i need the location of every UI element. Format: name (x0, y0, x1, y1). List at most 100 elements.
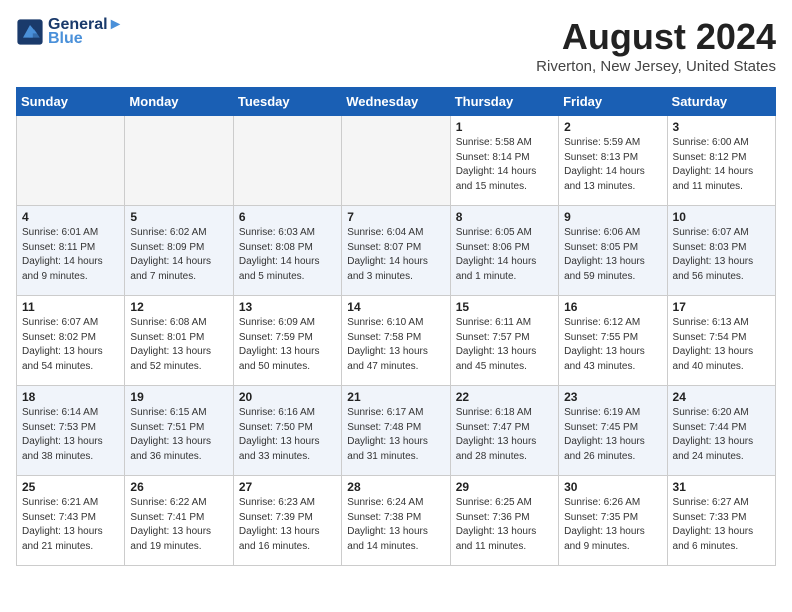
calendar-day-cell: 14 Sunrise: 6:10 AM Sunset: 7:58 PM Dayli… (342, 296, 450, 386)
day-info: Sunrise: 6:07 AM Sunset: 8:02 PM Dayligh… (22, 316, 119, 374)
calendar-week-row: 18 Sunrise: 6:14 AM Sunset: 7:53 PM Dayli… (17, 386, 776, 476)
weekday-header-monday: Monday (125, 88, 233, 116)
day-info: Sunrise: 6:03 AM Sunset: 8:08 PM Dayligh… (239, 226, 336, 284)
location: Riverton, New Jersey, United States (536, 58, 776, 75)
calendar-day-cell: 10 Sunrise: 6:07 AM Sunset: 8:03 PM Dayli… (667, 206, 775, 296)
weekday-header-wednesday: Wednesday (342, 88, 450, 116)
calendar-day-cell: 19Sunrise: 6:15 AM Sunset: 7:51 PM Dayli… (125, 386, 233, 476)
day-info: Sunrise: 6:16 AM Sunset: 7:50 PM Dayligh… (239, 406, 336, 464)
day-info: Sunrise: 6:11 AM Sunset: 7:57 PM Dayligh… (456, 316, 553, 374)
day-info: Sunrise: 6:27 AM Sunset: 7:33 PM Dayligh… (673, 496, 770, 554)
day-number: 22 (456, 390, 553, 404)
day-number: 2 (564, 120, 661, 134)
day-number: 29 (456, 480, 553, 494)
day-info: Sunrise: 6:10 AM Sunset: 7:58 PM Dayligh… (347, 316, 444, 374)
day-info: Sunrise: 6:04 AM Sunset: 8:07 PM Dayligh… (347, 226, 444, 284)
day-info: Sunrise: 6:23 AM Sunset: 7:39 PM Dayligh… (239, 496, 336, 554)
day-number: 10 (673, 210, 770, 224)
calendar-day-cell: 11 Sunrise: 6:07 AM Sunset: 8:02 PM Dayli… (17, 296, 125, 386)
day-info: Sunrise: 6:00 AM Sunset: 8:12 PM Dayligh… (673, 136, 770, 194)
calendar-day-cell: 6 Sunrise: 6:03 AM Sunset: 8:08 PM Daylig… (233, 206, 341, 296)
day-number: 30 (564, 480, 661, 494)
calendar-day-cell: 2 Sunrise: 5:59 AM Sunset: 8:13 PM Daylig… (559, 116, 667, 206)
day-info: Sunrise: 6:09 AM Sunset: 7:59 PM Dayligh… (239, 316, 336, 374)
calendar-day-cell: 13Sunrise: 6:09 AM Sunset: 7:59 PM Dayli… (233, 296, 341, 386)
calendar-day-cell: 9Sunrise: 6:06 AM Sunset: 8:05 PM Daylig… (559, 206, 667, 296)
month-year: August 2024 (536, 16, 776, 58)
day-number: 23 (564, 390, 661, 404)
day-info: Sunrise: 6:21 AM Sunset: 7:43 PM Dayligh… (22, 496, 119, 554)
day-number: 6 (239, 210, 336, 224)
calendar-day-cell: 5 Sunrise: 6:02 AM Sunset: 8:09 PM Daylig… (125, 206, 233, 296)
day-number: 3 (673, 120, 770, 134)
day-info: Sunrise: 6:08 AM Sunset: 8:01 PM Dayligh… (130, 316, 227, 374)
calendar-day-cell: 29 Sunrise: 6:25 AM Sunset: 7:36 PM Dayli… (450, 476, 558, 566)
day-info: Sunrise: 6:05 AM Sunset: 8:06 PM Dayligh… (456, 226, 553, 284)
day-number: 17 (673, 300, 770, 314)
day-number: 31 (673, 480, 770, 494)
day-number: 18 (22, 390, 119, 404)
weekday-header-row: SundayMondayTuesdayWednesdayThursdayFrid… (17, 88, 776, 116)
calendar-day-cell: 24 Sunrise: 6:20 AM Sunset: 7:44 PM Dayli… (667, 386, 775, 476)
day-number: 12 (130, 300, 227, 314)
day-number: 26 (130, 480, 227, 494)
calendar-day-cell: 12 Sunrise: 6:08 AM Sunset: 8:01 PM Dayli… (125, 296, 233, 386)
day-info: Sunrise: 6:13 AM Sunset: 7:54 PM Dayligh… (673, 316, 770, 374)
calendar-day-cell (125, 116, 233, 206)
day-info: Sunrise: 6:24 AM Sunset: 7:38 PM Dayligh… (347, 496, 444, 554)
day-info: Sunrise: 6:14 AM Sunset: 7:53 PM Dayligh… (22, 406, 119, 464)
day-number: 5 (130, 210, 227, 224)
logo-text: General► Blue (48, 16, 123, 48)
day-number: 14 (347, 300, 444, 314)
title-block: August 2024 Riverton, New Jersey, United… (536, 16, 776, 75)
weekday-header-saturday: Saturday (667, 88, 775, 116)
day-number: 8 (456, 210, 553, 224)
calendar-day-cell: 25 Sunrise: 6:21 AM Sunset: 7:43 PM Dayli… (17, 476, 125, 566)
weekday-header-thursday: Thursday (450, 88, 558, 116)
day-info: Sunrise: 5:59 AM Sunset: 8:13 PM Dayligh… (564, 136, 661, 194)
calendar-day-cell: 15 Sunrise: 6:11 AM Sunset: 7:57 PM Dayli… (450, 296, 558, 386)
calendar-week-row: 25 Sunrise: 6:21 AM Sunset: 7:43 PM Dayli… (17, 476, 776, 566)
calendar-day-cell: 21 Sunrise: 6:17 AM Sunset: 7:48 PM Dayli… (342, 386, 450, 476)
calendar-day-cell (233, 116, 341, 206)
day-info: Sunrise: 6:02 AM Sunset: 8:09 PM Dayligh… (130, 226, 227, 284)
day-info: Sunrise: 6:18 AM Sunset: 7:47 PM Dayligh… (456, 406, 553, 464)
day-number: 11 (22, 300, 119, 314)
calendar-week-row: 1Sunrise: 5:58 AM Sunset: 8:14 PM Daylig… (17, 116, 776, 206)
calendar-day-cell: 26 Sunrise: 6:22 AM Sunset: 7:41 PM Dayli… (125, 476, 233, 566)
calendar-day-cell: 23 Sunrise: 6:19 AM Sunset: 7:45 PM Dayli… (559, 386, 667, 476)
day-info: Sunrise: 6:19 AM Sunset: 7:45 PM Dayligh… (564, 406, 661, 464)
calendar-table: SundayMondayTuesdayWednesdayThursdayFrid… (16, 87, 776, 566)
calendar-day-cell (17, 116, 125, 206)
day-number: 15 (456, 300, 553, 314)
day-info: Sunrise: 5:58 AM Sunset: 8:14 PM Dayligh… (456, 136, 553, 194)
calendar-day-cell: 1Sunrise: 5:58 AM Sunset: 8:14 PM Daylig… (450, 116, 558, 206)
logo: General► Blue (16, 16, 123, 48)
calendar-day-cell: 18 Sunrise: 6:14 AM Sunset: 7:53 PM Dayli… (17, 386, 125, 476)
calendar-day-cell: 17 Sunrise: 6:13 AM Sunset: 7:54 PM Dayli… (667, 296, 775, 386)
logo-icon (16, 18, 44, 46)
calendar-day-cell: 4Sunrise: 6:01 AM Sunset: 8:11 PM Daylig… (17, 206, 125, 296)
day-info: Sunrise: 6:20 AM Sunset: 7:44 PM Dayligh… (673, 406, 770, 464)
day-info: Sunrise: 6:25 AM Sunset: 7:36 PM Dayligh… (456, 496, 553, 554)
weekday-header-friday: Friday (559, 88, 667, 116)
day-number: 27 (239, 480, 336, 494)
day-number: 21 (347, 390, 444, 404)
day-number: 19 (130, 390, 227, 404)
day-number: 25 (22, 480, 119, 494)
calendar-day-cell: 22 Sunrise: 6:18 AM Sunset: 7:47 PM Dayli… (450, 386, 558, 476)
day-info: Sunrise: 6:07 AM Sunset: 8:03 PM Dayligh… (673, 226, 770, 284)
day-info: Sunrise: 6:22 AM Sunset: 7:41 PM Dayligh… (130, 496, 227, 554)
day-number: 24 (673, 390, 770, 404)
day-number: 4 (22, 210, 119, 224)
day-info: Sunrise: 6:17 AM Sunset: 7:48 PM Dayligh… (347, 406, 444, 464)
calendar-day-cell: 27 Sunrise: 6:23 AM Sunset: 7:39 PM Dayli… (233, 476, 341, 566)
day-number: 7 (347, 210, 444, 224)
day-info: Sunrise: 6:26 AM Sunset: 7:35 PM Dayligh… (564, 496, 661, 554)
day-number: 20 (239, 390, 336, 404)
day-info: Sunrise: 6:12 AM Sunset: 7:55 PM Dayligh… (564, 316, 661, 374)
page-header: General► Blue August 2024 Riverton, New … (16, 16, 776, 75)
calendar-day-cell: 8 Sunrise: 6:05 AM Sunset: 8:06 PM Daylig… (450, 206, 558, 296)
day-number: 16 (564, 300, 661, 314)
day-number: 28 (347, 480, 444, 494)
